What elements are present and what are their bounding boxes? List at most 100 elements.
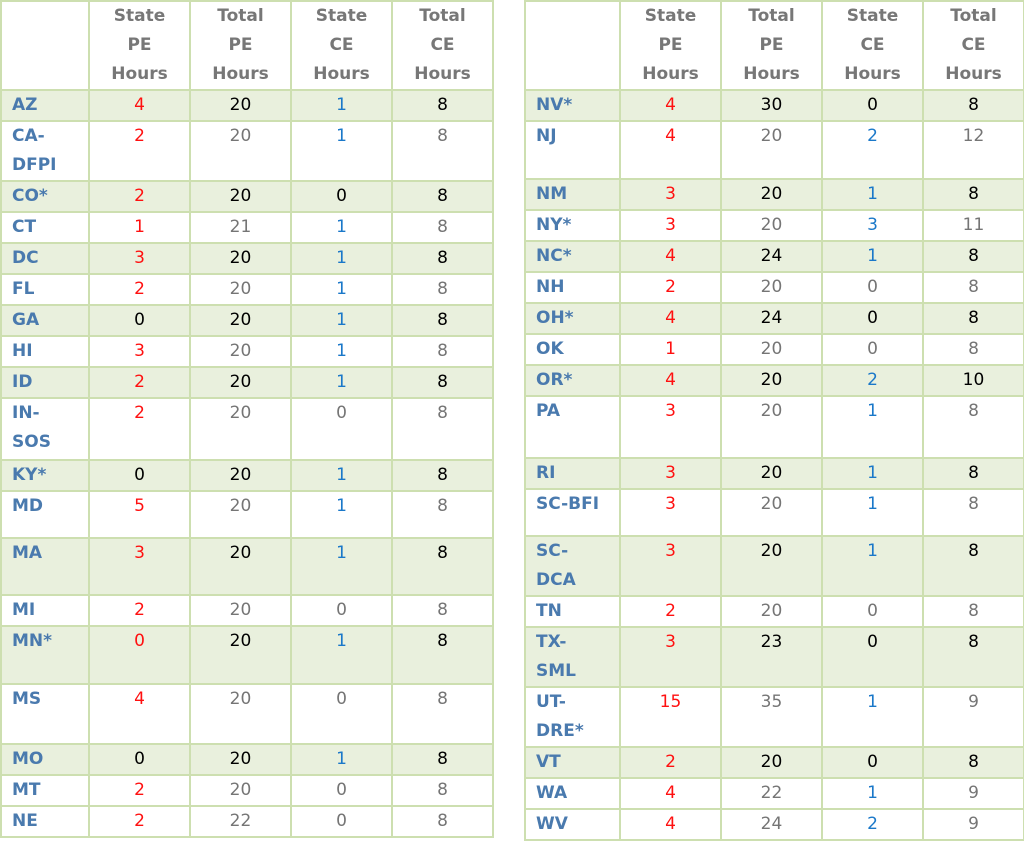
total-ce-hours-cell: 8 <box>922 240 1024 273</box>
header-state-pe-hours: State PE Hours <box>88 0 191 91</box>
state-label-text: KY* <box>12 465 47 485</box>
total-ce-hours-cell: 8 <box>922 457 1024 490</box>
total-pe-hours-cell: 20 <box>720 209 823 242</box>
state-ce-hours-cell: 1 <box>821 240 924 273</box>
header-line: PE <box>759 35 784 55</box>
total-pe-hours-cell: 20 <box>720 271 823 304</box>
state-ce-hours-cell: 1 <box>290 743 393 776</box>
total-ce-hours-cell: 8 <box>391 537 494 596</box>
total-pe-hours-cell: 20 <box>189 683 292 745</box>
state-label: FL <box>0 273 90 306</box>
state-pe-hours-cell: 2 <box>88 180 191 213</box>
total-pe-hours-cell: 21 <box>189 211 292 244</box>
total-ce-hours-cell: 9 <box>922 777 1024 810</box>
total-pe-hours-cell: 20 <box>189 242 292 275</box>
state-label-text: OH* <box>536 308 574 328</box>
state-label: SC-BFI <box>524 488 621 537</box>
total-ce-hours-cell: 8 <box>922 626 1024 688</box>
state-label: CT <box>0 211 90 244</box>
state-label-text: OR* <box>536 370 573 390</box>
state-label-text: NV* <box>536 95 573 115</box>
state-pe-hours-cell: 2 <box>88 120 191 182</box>
state-label-text: NH <box>536 277 565 297</box>
total-ce-hours-cell: 8 <box>922 488 1024 537</box>
state-pe-hours-cell: 4 <box>88 89 191 122</box>
total-ce-hours-cell: 8 <box>922 535 1024 597</box>
total-ce-hours-cell: 8 <box>391 490 494 539</box>
total-ce-hours-cell: 8 <box>391 120 494 182</box>
state-pe-hours-cell: 3 <box>619 457 722 490</box>
state-ce-hours-cell: 1 <box>290 273 393 306</box>
state-ce-hours-cell: 0 <box>821 626 924 688</box>
state-label-text: NJ <box>536 126 557 146</box>
state-pe-hours-cell: 2 <box>88 774 191 807</box>
header-line: Hours <box>642 64 699 84</box>
state-label-text: OK <box>536 339 564 359</box>
table-row: NC* 4 24 1 8 <box>524 240 1024 273</box>
state-label-text: IN- <box>12 403 40 423</box>
state-label-text: PA <box>536 401 561 421</box>
state-pe-hours-cell: 5 <box>88 490 191 539</box>
header-line: PE <box>127 35 152 55</box>
total-ce-hours-cell: 11 <box>922 209 1024 242</box>
total-pe-hours-cell: 20 <box>720 333 823 366</box>
state-label-text: DCA <box>536 570 576 590</box>
total-pe-hours-cell: 30 <box>720 89 823 122</box>
header-line: State <box>315 6 368 26</box>
table-row: MS 4 20 0 8 <box>0 683 494 745</box>
state-pe-hours-cell: 4 <box>619 240 722 273</box>
state-label-text: MI <box>12 600 36 620</box>
header-line: CE <box>329 35 354 55</box>
total-ce-hours-cell: 8 <box>391 459 494 492</box>
state-label-text: MO <box>12 749 44 769</box>
state-label: CA- DFPI <box>0 120 90 182</box>
state-label-text: ID <box>12 372 33 392</box>
state-label-text: DFPI <box>12 155 57 175</box>
total-pe-hours-cell: 24 <box>720 808 823 841</box>
total-pe-hours-cell: 20 <box>720 595 823 628</box>
total-pe-hours-cell: 20 <box>189 89 292 122</box>
header-line: Total <box>419 6 466 26</box>
state-ce-hours-cell: 1 <box>290 459 393 492</box>
left-hours-table: State PE Hours Total PE Hours State CE Hours T… <box>0 0 494 838</box>
state-label-text: MS <box>12 689 42 709</box>
table-row: MD 5 20 1 8 <box>0 490 494 539</box>
total-ce-hours-cell: 8 <box>922 302 1024 335</box>
table-row: NV* 4 30 0 8 <box>524 89 1024 122</box>
state-pe-hours-cell: 2 <box>88 273 191 306</box>
table-row: UT- DRE* 15 35 1 9 <box>524 686 1024 748</box>
header-total-ce-hours: Total CE Hours <box>391 0 494 91</box>
state-ce-hours-cell: 0 <box>290 805 393 838</box>
table-row: WV 4 24 2 9 <box>524 808 1024 841</box>
header-line: State <box>846 6 899 26</box>
state-label-text: NY* <box>536 215 572 235</box>
header-line: Hours <box>313 64 370 84</box>
total-pe-hours-cell: 23 <box>720 626 823 688</box>
total-ce-hours-cell: 8 <box>391 89 494 122</box>
state-label: VT <box>524 746 621 779</box>
table-row: IN- SOS 2 20 0 8 <box>0 397 494 461</box>
state-pe-hours-cell: 4 <box>619 364 722 397</box>
header-line: Total <box>748 6 795 26</box>
state-pe-hours-cell: 2 <box>88 805 191 838</box>
table-row: KY* 0 20 1 8 <box>0 459 494 492</box>
state-pe-hours-cell: 15 <box>619 686 722 748</box>
table-row: ID 2 20 1 8 <box>0 366 494 399</box>
header-total-ce-hours: Total CE Hours <box>922 0 1024 91</box>
table-row: TX- SML 3 23 0 8 <box>524 626 1024 688</box>
state-label-text: AZ <box>12 95 38 115</box>
total-ce-hours-cell: 8 <box>391 774 494 807</box>
total-ce-hours-cell: 8 <box>922 595 1024 628</box>
total-ce-hours-cell: 9 <box>922 686 1024 748</box>
state-label: RI <box>524 457 621 490</box>
total-ce-hours-cell: 8 <box>922 178 1024 211</box>
state-label: SC- DCA <box>524 535 621 597</box>
state-label-text: CO* <box>12 186 48 206</box>
state-pe-hours-cell: 2 <box>619 746 722 779</box>
table-row: MN* 0 20 1 8 <box>0 625 494 685</box>
state-label: NC* <box>524 240 621 273</box>
state-ce-hours-cell: 1 <box>290 211 393 244</box>
header-line: Hours <box>844 64 901 84</box>
header-line: Hours <box>414 64 471 84</box>
state-ce-hours-cell: 0 <box>290 594 393 627</box>
